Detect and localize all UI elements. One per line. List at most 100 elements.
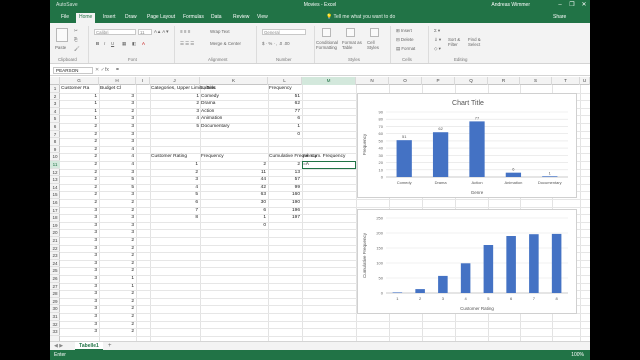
row-header[interactable]: 11 [50,161,60,169]
cell-customer-rating[interactable]: 2 [61,184,97,192]
cell-budget-class[interactable]: 2 [100,290,134,298]
cell-genre-frequency[interactable]: 77 [269,108,300,116]
cell-budget-class[interactable]: 1 [100,283,134,291]
row-header[interactable]: 5 [50,115,60,123]
row-header[interactable]: 1 [50,85,60,93]
column-header-m[interactable]: M [302,77,356,85]
column-header-l[interactable]: L [268,77,302,85]
cell-rating[interactable]: 8 [190,214,198,222]
currency-icon[interactable]: $ · % · , .0 .00 [262,41,290,46]
italic-button[interactable]: I [104,41,105,46]
row-header[interactable]: 28 [50,290,60,298]
row-header[interactable]: 30 [50,305,60,313]
cell-customer-rating[interactable]: 2 [61,153,97,161]
cell-budget-class[interactable]: 2 [100,199,134,207]
cell-budget-class[interactable]: 2 [100,108,134,116]
header-customer-rating[interactable]: Customer Ra [61,85,89,93]
cell-genre-label[interactable]: Action [201,108,214,116]
row-header[interactable]: 17 [50,207,60,215]
cell-customer-rating[interactable]: 3 [61,222,97,230]
cell-cumulative-frequency[interactable]: 190 [269,199,300,207]
tab-home[interactable]: Home [76,13,96,23]
cell-rating-frequency[interactable]: 1 [201,214,266,222]
cell-genre-frequency[interactable]: 62 [269,100,300,108]
cell-customer-rating[interactable]: 2 [61,191,97,199]
cell-budget-class[interactable]: 3 [100,93,134,101]
cell-customer-rating[interactable]: 3 [61,305,97,313]
clear-icon[interactable]: ◇ ▾ [434,46,441,52]
cell-genre-bin[interactable]: 2 [195,100,199,108]
cell-budget-class[interactable]: 2 [100,298,134,306]
fx-icon[interactable]: fx [105,67,109,73]
column-header-q[interactable]: Q [455,77,488,85]
cell-genre-frequency[interactable]: 1 [269,123,300,131]
font-name-select[interactable]: Calibri [94,29,136,35]
sort-filter-button[interactable]: Sort & Filter [448,37,466,47]
cell-genre-label[interactable]: Comedy [201,93,219,101]
genre-frequency-chart[interactable]: Chart Title 0 10 20 30 40 50 60 70 80 90 51 Comedy 62… [357,93,577,198]
cell-rating-frequency[interactable]: 30 [201,199,266,207]
cell-genre-bin[interactable]: 3 [195,108,199,116]
column-header-r[interactable]: R [488,77,520,85]
cell-customer-rating[interactable]: 1 [61,93,97,101]
row-header[interactable]: 22 [50,245,60,253]
tab-formulas[interactable]: Formulas [180,13,207,23]
cell-budget-class[interactable]: 2 [100,267,134,275]
paste-icon[interactable] [56,28,68,42]
cell-styles-icon[interactable] [370,28,379,37]
cell-genre-frequency[interactable]: 0 [269,131,300,139]
header-rel-cum-frequency[interactable]: rel. cum. Frequency [303,153,345,161]
cell-genre-label[interactable]: Documentary [201,123,230,131]
cell-budget-class[interactable]: 3 [100,191,134,199]
cell-genre-bin[interactable]: 1 [195,93,199,101]
fill-icon[interactable]: ⇓ ▾ [434,37,441,43]
column-header-h[interactable]: H [99,77,136,85]
cell-budget-class[interactable]: 3 [100,229,134,237]
header-budget-class[interactable]: Budget Cl [100,85,121,93]
cell-customer-rating[interactable]: 3 [61,207,97,215]
cell-genre-bin[interactable]: 5 [195,123,199,131]
cell-budget-class[interactable]: 3 [100,222,134,230]
cell-customer-rating[interactable]: 2 [61,199,97,207]
column-header-s[interactable]: S [520,77,552,85]
active-cell-border[interactable] [302,161,356,169]
name-box[interactable]: PEARSON [53,67,93,74]
tab-review[interactable]: Review [230,13,252,23]
copy-icon[interactable]: ⎘ [74,37,78,42]
row-header[interactable]: 25 [50,267,60,275]
insert-cells-button[interactable]: ⊞ Insert [396,28,412,34]
close-icon[interactable]: ✕ [579,1,589,9]
cell-cumulative-frequency[interactable]: 196 [269,207,300,215]
row-header[interactable]: 8 [50,138,60,146]
cell-budget-class[interactable]: 4 [100,146,134,154]
cell-rating-frequency[interactable]: 63 [201,191,266,199]
cell-genre-bin[interactable]: 4 [195,115,199,123]
cell-rating-frequency[interactable]: 11 [201,169,266,177]
cell-budget-class[interactable]: 5 [100,176,134,184]
cell-customer-rating[interactable]: 3 [61,237,97,245]
wrap-text-button[interactable]: Wrap Text [210,29,230,34]
cell-customer-rating[interactable]: 3 [61,321,97,329]
align-top-icon[interactable]: ≡ ≡ ≡ [180,29,190,34]
cell-customer-rating[interactable]: 2 [61,131,97,139]
number-format-select[interactable]: General [262,29,306,35]
user-name[interactable]: Andreas Wimmer [491,2,530,8]
cell-budget-class[interactable]: 1 [100,275,134,283]
maximize-icon[interactable]: ❐ [567,1,577,9]
formula-input[interactable]: = [116,67,119,73]
borders-icon[interactable]: ▦ [122,41,126,47]
font-color-icon[interactable]: A [142,41,145,46]
header-frequency[interactable]: Frequency [269,85,292,93]
cell-customer-rating[interactable]: 3 [61,283,97,291]
column-header-i[interactable]: I [136,77,150,85]
row-header[interactable]: 31 [50,313,60,321]
column-header-k[interactable]: K [200,77,268,85]
cell-customer-rating[interactable]: 3 [61,275,97,283]
column-header-t[interactable]: T [552,77,580,85]
format-as-table-button[interactable]: Format as Table [342,40,364,50]
row-header[interactable]: 14 [50,184,60,192]
column-header-j[interactable]: J [150,77,200,85]
fill-color-icon[interactable]: ◧ [132,41,136,47]
sheet-tab-tabelle1[interactable]: Tabelle1 [75,342,103,350]
find-select-button[interactable]: Find & Select [468,37,486,47]
